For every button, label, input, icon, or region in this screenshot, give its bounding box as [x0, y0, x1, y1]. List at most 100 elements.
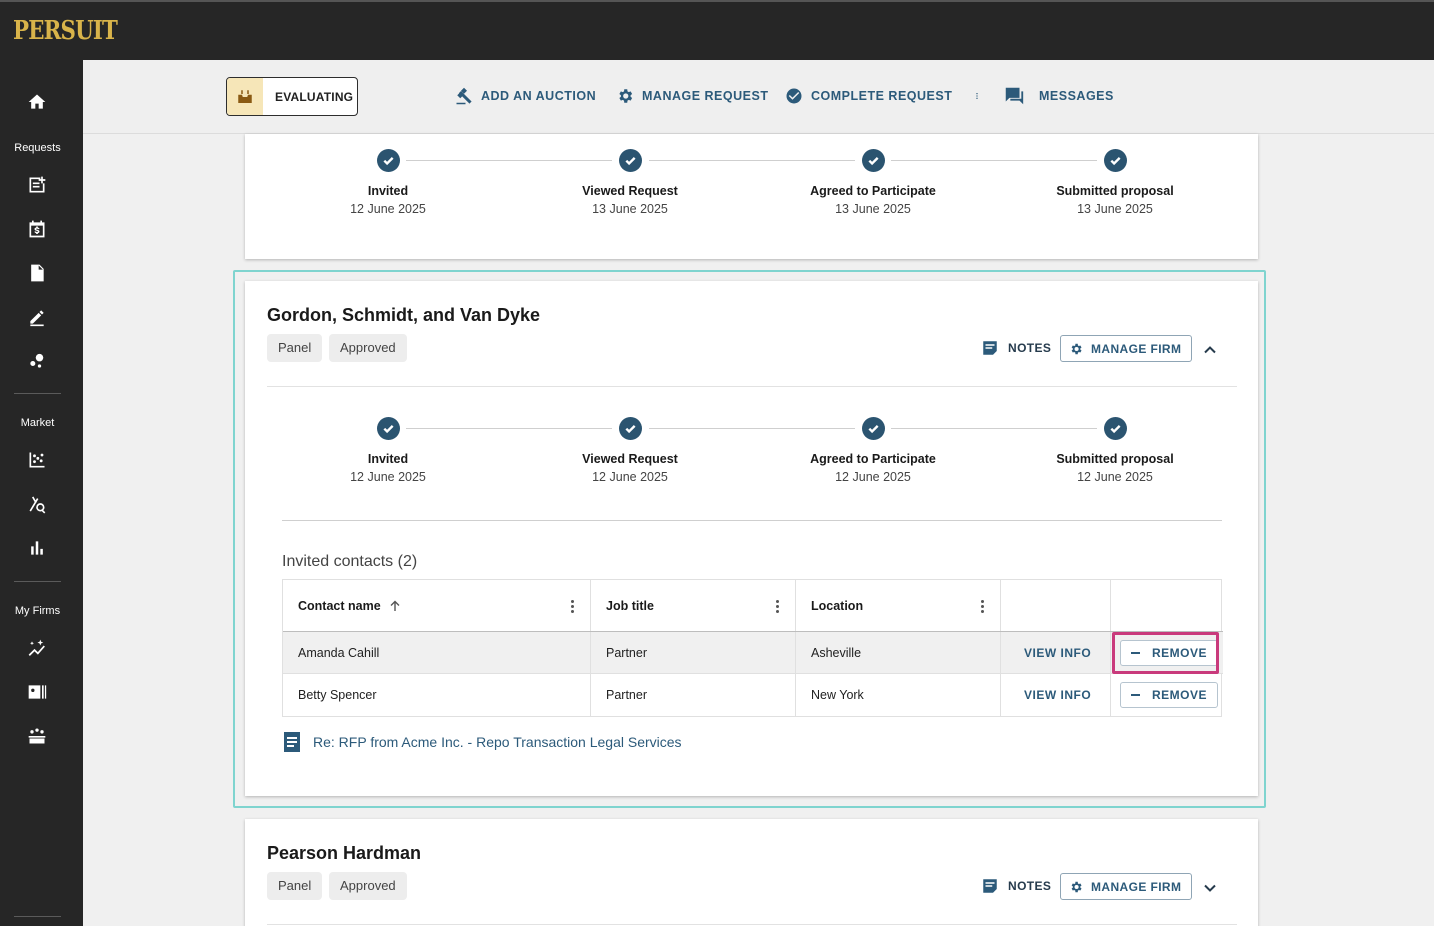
sort-arrow-up-icon[interactable]	[388, 599, 402, 613]
cell-job-title: Partner	[591, 674, 796, 716]
firm-name: Pearson Hardman	[267, 843, 422, 863]
chart-scatter-icon[interactable]	[26, 449, 48, 471]
manage-firm-button[interactable]: MANAGE FIRM	[1060, 335, 1193, 362]
cell-view-info: VIEW INFO	[1001, 632, 1111, 673]
column-header-view	[1001, 580, 1111, 631]
cell-location: New York	[796, 674, 1001, 716]
gear-icon	[1071, 881, 1082, 892]
notes-icon	[983, 341, 997, 355]
step-date: 12 June 2025	[592, 470, 668, 484]
column-header-remove	[1111, 580, 1221, 631]
column-menu-icon[interactable]	[775, 599, 779, 613]
contacts-table: Contact name Job title Location Amanda C…	[282, 579, 1223, 717]
column-label: Location	[811, 598, 864, 613]
column-header-job-title[interactable]: Job title	[591, 580, 796, 631]
check-icon	[1103, 417, 1127, 440]
chip-approved: Approved	[329, 872, 407, 900]
timeline-divider	[282, 520, 1222, 521]
step-date: 12 June 2025	[350, 202, 426, 216]
view-info-button[interactable]: VIEW INFO	[1001, 646, 1091, 660]
complete-request-label: COMPLETE REQUEST	[811, 89, 953, 103]
notes-label: NOTES	[1008, 341, 1052, 355]
nav-divider	[14, 581, 61, 582]
add-auction-button[interactable]: ADD AN AUCTION	[455, 87, 596, 105]
cell-location: Asheville	[796, 632, 1001, 673]
check-icon	[861, 149, 885, 172]
firm-card-gordon-schmidt: Gordon, Schmidt, and Van Dyke Panel Appr…	[245, 281, 1258, 796]
timeline-step-submitted: Submitted proposal 13 June 2025	[1015, 146, 1215, 216]
step-title: Submitted proposal	[1056, 452, 1174, 466]
chip-panel: Panel	[267, 334, 323, 362]
check-icon	[376, 149, 400, 172]
cell-remove: REMOVE	[1111, 674, 1221, 716]
notes-button[interactable]: NOTES	[981, 339, 1051, 357]
trend-sparkle-icon[interactable]	[26, 637, 48, 659]
calendar-dollar-icon[interactable]	[26, 218, 48, 240]
remove-contact-button[interactable]: REMOVE	[1120, 682, 1219, 708]
column-menu-icon[interactable]	[980, 599, 984, 613]
manage-firm-button[interactable]: MANAGE FIRM	[1060, 873, 1193, 900]
nav-divider	[14, 393, 61, 394]
column-menu-icon[interactable]	[570, 599, 574, 613]
messages-label: MESSAGES	[1039, 89, 1114, 103]
top-bar: PERSUIT	[0, 0, 1434, 60]
manage-request-button[interactable]: MANAGE REQUEST	[616, 87, 768, 105]
messages-button[interactable]: MESSAGES	[1003, 87, 1114, 105]
minus-icon	[1131, 694, 1140, 696]
step-date: 13 June 2025	[1077, 202, 1153, 216]
status-evaluating-button[interactable]: EVALUATING	[226, 77, 358, 116]
request-list-icon[interactable]	[26, 174, 48, 196]
cell-contact-name: Amanda Cahill	[283, 632, 591, 673]
column-header-contact-name[interactable]: Contact name	[283, 580, 591, 631]
step-title: Invited	[367, 184, 409, 198]
analytics-search-icon[interactable]	[26, 493, 48, 515]
expand-chevron-down-icon[interactable]	[1202, 880, 1218, 896]
step-title: Viewed Request	[582, 184, 678, 198]
home-icon[interactable]	[26, 91, 48, 113]
bubbles-icon[interactable]	[26, 350, 48, 372]
step-title: Invited	[367, 452, 409, 466]
progress-timeline: Invited 12 June 2025 Viewed Request 12 J…	[245, 414, 1258, 494]
bar-chart-icon[interactable]	[26, 537, 48, 559]
persuit-logo[interactable]: PERSUIT	[13, 16, 118, 46]
cell-view-info: VIEW INFO	[1001, 674, 1111, 716]
gear-icon	[1071, 343, 1082, 354]
step-date: 13 June 2025	[592, 202, 668, 216]
check-icon	[618, 149, 642, 172]
step-title: Agreed to Participate	[810, 452, 936, 466]
firm-group-icon[interactable]	[26, 725, 48, 747]
add-auction-label: ADD AN AUCTION	[481, 89, 597, 103]
step-title: Agreed to Participate	[810, 184, 936, 198]
check-icon	[618, 417, 642, 440]
table-row: Betty Spencer Partner New York VIEW INFO…	[283, 674, 1223, 716]
status-label: EVALUATING	[275, 89, 354, 104]
remove-button-highlight	[1112, 632, 1219, 674]
view-info-button[interactable]: VIEW INFO	[1001, 688, 1091, 702]
timeline-step-invited: Invited 12 June 2025	[288, 414, 488, 484]
contact-card-icon[interactable]	[26, 681, 48, 703]
header-divider	[267, 924, 1237, 925]
check-icon	[1103, 149, 1127, 172]
firm-card-pearson-hardman: Pearson Hardman Panel Approved NOTES MAN…	[245, 819, 1258, 926]
timeline-step-viewed: Viewed Request 13 June 2025	[530, 146, 730, 216]
header-divider	[267, 386, 1237, 387]
message-link-label: Re: RFP from Acme Inc. - Repo Transactio…	[313, 734, 682, 750]
document-icon[interactable]	[26, 262, 48, 284]
message-link[interactable]: Re: RFP from Acme Inc. - Repo Transactio…	[282, 731, 682, 753]
timeline-step-invited: Invited 12 June 2025	[288, 146, 488, 216]
notes-icon	[983, 879, 997, 893]
column-header-location[interactable]: Location	[796, 580, 1001, 631]
previous-firm-card: Invited 12 June 2025 Viewed Request 13 J…	[245, 134, 1258, 259]
more-options-button[interactable]	[973, 87, 981, 105]
notes-button[interactable]: NOTES	[981, 877, 1051, 895]
step-title: Submitted proposal	[1056, 184, 1174, 198]
gear-icon	[619, 89, 633, 103]
edit-icon[interactable]	[26, 306, 48, 328]
step-date: 12 June 2025	[835, 470, 911, 484]
collapse-chevron-up-icon[interactable]	[1202, 342, 1218, 358]
complete-request-button[interactable]: COMPLETE REQUEST	[785, 87, 952, 105]
cell-job-title: Partner	[591, 632, 796, 673]
check-icon	[861, 417, 885, 440]
timeline-step-agreed: Agreed to Participate 13 June 2025	[773, 146, 973, 216]
request-header: EVALUATING ADD AN AUCTION MANAGE REQUEST…	[83, 60, 1434, 134]
